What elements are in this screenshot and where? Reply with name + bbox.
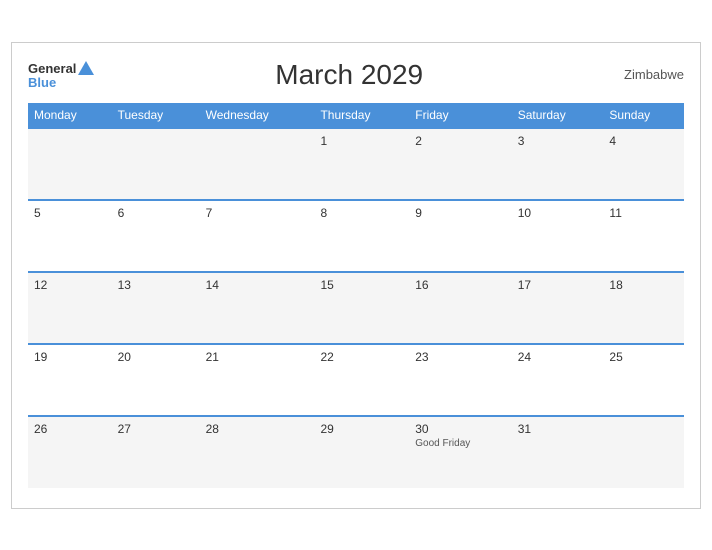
calendar-cell: 21 <box>200 344 315 416</box>
day-number: 11 <box>609 206 678 220</box>
holiday-label: Good Friday <box>415 438 505 449</box>
calendar-cell: 12 <box>28 272 112 344</box>
weekday-header-wednesday: Wednesday <box>200 103 315 128</box>
calendar-cell: 28 <box>200 416 315 488</box>
calendar-week-row: 56789 10 11 <box>28 200 684 272</box>
calendar-cell: 27 <box>112 416 200 488</box>
calendar-cell <box>28 128 112 200</box>
day-number: 19 <box>34 350 106 364</box>
calendar-week-row: 12 13 14 15 16 17 18 <box>28 272 684 344</box>
calendar-cell: 9 <box>409 200 511 272</box>
calendar-cell: 31 <box>512 416 604 488</box>
calendar-cell: 24 <box>512 344 604 416</box>
calendar-cell: 15 <box>314 272 409 344</box>
day-number: 30 <box>415 422 505 436</box>
calendar-cell: 19 <box>28 344 112 416</box>
calendar-cell: 2 <box>409 128 511 200</box>
calendar-header: General Blue March 2029 Zimbabwe <box>28 59 684 91</box>
day-number: 13 <box>118 278 194 292</box>
day-number: 7 <box>206 206 309 220</box>
day-number: 10 <box>518 206 598 220</box>
calendar-cell: 11 <box>603 200 684 272</box>
day-number: 12 <box>34 278 106 292</box>
day-number: 28 <box>206 422 309 436</box>
weekday-header-monday: Monday <box>28 103 112 128</box>
weekday-header-sunday: Sunday <box>603 103 684 128</box>
calendar-cell <box>603 416 684 488</box>
weekday-header-row: MondayTuesdayWednesdayThursdayFridaySatu… <box>28 103 684 128</box>
calendar-cell <box>112 128 200 200</box>
day-number: 25 <box>609 350 678 364</box>
logo: General Blue <box>28 61 94 89</box>
calendar-cell: 13 <box>112 272 200 344</box>
weekday-header-tuesday: Tuesday <box>112 103 200 128</box>
calendar-cell: 16 <box>409 272 511 344</box>
logo-triangle-icon <box>78 61 94 75</box>
day-number: 4 <box>609 134 678 148</box>
day-number: 29 <box>320 422 403 436</box>
logo-blue-text: Blue <box>28 76 56 89</box>
weekday-header-thursday: Thursday <box>314 103 409 128</box>
calendar-title: March 2029 <box>94 59 604 91</box>
calendar-cell: 1 <box>314 128 409 200</box>
calendar-cell: 17 <box>512 272 604 344</box>
calendar-cell: 6 <box>112 200 200 272</box>
calendar-week-row: 1234 <box>28 128 684 200</box>
calendar-cell: 10 <box>512 200 604 272</box>
calendar-cell: 25 <box>603 344 684 416</box>
day-number: 5 <box>34 206 106 220</box>
logo-general-text: General <box>28 62 76 75</box>
calendar-week-row: 19 20 21 22 23 24 25 <box>28 344 684 416</box>
calendar-week-row: 26 27 28 29 30 Good Friday 31 <box>28 416 684 488</box>
calendar-cell: 7 <box>200 200 315 272</box>
day-number: 31 <box>518 422 598 436</box>
day-number: 22 <box>320 350 403 364</box>
day-number: 18 <box>609 278 678 292</box>
calendar-cell: 23 <box>409 344 511 416</box>
calendar-cell: 18 <box>603 272 684 344</box>
day-number: 9 <box>415 206 505 220</box>
day-number: 1 <box>320 134 403 148</box>
calendar-cell <box>200 128 315 200</box>
day-number: 6 <box>118 206 194 220</box>
day-number: 2 <box>415 134 505 148</box>
day-number: 20 <box>118 350 194 364</box>
day-number: 24 <box>518 350 598 364</box>
calendar-cell: 20 <box>112 344 200 416</box>
calendar-cell: 4 <box>603 128 684 200</box>
weekday-header-saturday: Saturday <box>512 103 604 128</box>
calendar-cell: 26 <box>28 416 112 488</box>
day-number: 17 <box>518 278 598 292</box>
calendar-cell: 8 <box>314 200 409 272</box>
calendar-container: General Blue March 2029 Zimbabwe MondayT… <box>11 42 701 509</box>
calendar-cell: 3 <box>512 128 604 200</box>
calendar-cell: 22 <box>314 344 409 416</box>
day-number: 8 <box>320 206 403 220</box>
day-number: 3 <box>518 134 598 148</box>
day-number: 27 <box>118 422 194 436</box>
day-number: 16 <box>415 278 505 292</box>
weekday-header-friday: Friday <box>409 103 511 128</box>
calendar-cell: 14 <box>200 272 315 344</box>
day-number: 23 <box>415 350 505 364</box>
calendar-cell: 29 <box>314 416 409 488</box>
day-number: 14 <box>206 278 309 292</box>
calendar-cell: 30 Good Friday <box>409 416 511 488</box>
calendar-cell: 5 <box>28 200 112 272</box>
day-number: 21 <box>206 350 309 364</box>
calendar-tbody: 1234567891011121314151617181920212223242… <box>28 128 684 488</box>
country-label: Zimbabwe <box>604 67 684 82</box>
calendar-thead: MondayTuesdayWednesdayThursdayFridaySatu… <box>28 103 684 128</box>
day-number: 15 <box>320 278 403 292</box>
day-number: 26 <box>34 422 106 436</box>
calendar-table: MondayTuesdayWednesdayThursdayFridaySatu… <box>28 103 684 488</box>
